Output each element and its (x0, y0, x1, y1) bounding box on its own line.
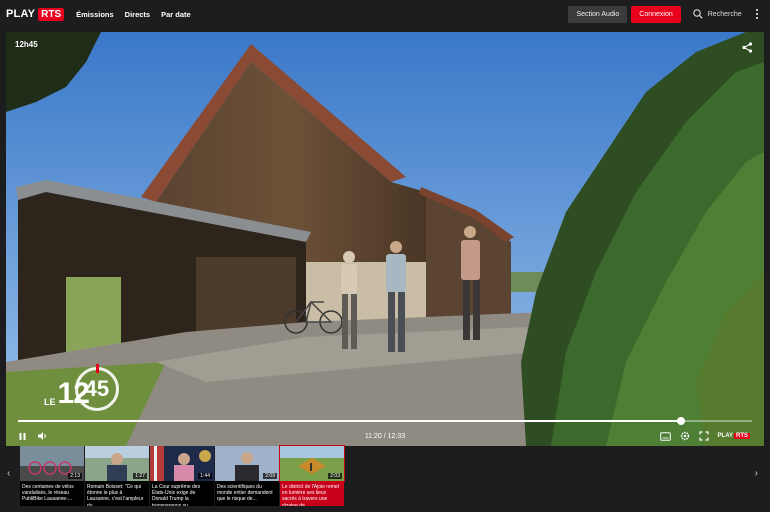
video-title: La Cour suprême des États-Unis exige de … (152, 484, 201, 506)
video-card[interactable]: 1:27 Romain Boisset: "Ce qui étonne le p… (85, 446, 149, 506)
subtitles-icon[interactable] (659, 431, 671, 441)
video-duration: 2:03 (328, 473, 342, 479)
main-nav: Émissions Directs Par date (76, 10, 202, 19)
show-name: 12h45 (15, 40, 38, 49)
login-button[interactable]: Connexion (631, 5, 681, 23)
show-logo-le: LE (44, 397, 56, 407)
video-title: Des scientifiques du monde entier demand… (217, 484, 273, 503)
progress-handle[interactable] (676, 417, 685, 425)
progress-fill (18, 420, 681, 422)
mini-logo-rts: RTS (734, 433, 750, 439)
nav-item-par-date[interactable]: Par date (161, 10, 191, 19)
logo-rts-text: RTS (38, 7, 65, 21)
video-duration: 1:27 (133, 473, 147, 479)
nav-item-emissions[interactable]: Émissions (76, 10, 114, 19)
logo-play-text: PLAY (6, 8, 36, 20)
video-thumbnail: 2:13 (20, 446, 84, 481)
video-thumbnail: 2:03 (279, 445, 345, 482)
mini-logo-play: PLAY (717, 433, 733, 439)
video-player[interactable]: 12h45 LE 12 45 11:20 / 12:33 PLAY RTS (6, 32, 764, 446)
nav-item-directs[interactable]: Directs (125, 10, 150, 19)
top-nav: PLAY RTS Émissions Directs Par date Sect… (0, 0, 770, 28)
audio-section-button[interactable]: Section Audio (568, 5, 628, 23)
volume-icon[interactable] (37, 431, 48, 441)
search-icon (692, 9, 703, 19)
video-duration: 2:13 (68, 473, 82, 479)
show-logo-ring-number: 45 (84, 376, 110, 401)
video-thumbnail: 2:09 (215, 446, 279, 481)
video-card[interactable]: 2:13 Des centaines de vélos vandalisés, … (20, 446, 84, 506)
play-rts-logo[interactable]: PLAY RTS (6, 7, 65, 21)
more-menu-icon[interactable] (755, 8, 758, 20)
video-card-active[interactable]: 2:03 Le district de l'Ajoie remet en lum… (279, 445, 345, 506)
video-title: Des centaines de vélos vandalisés, le ré… (22, 484, 74, 503)
video-title: Le district de l'Ajoie remet en lumière … (280, 481, 344, 506)
settings-gear-icon[interactable] (680, 431, 690, 441)
player-brand-logo: PLAY RTS (718, 433, 750, 439)
video-title: Romain Boisset: "Ce qui étonne le plus à… (87, 484, 144, 506)
video-duration: 2:09 (263, 473, 277, 479)
pause-icon[interactable] (18, 432, 27, 441)
right-nav: Section Audio Connexion Recherche (568, 5, 770, 23)
related-videos-carousel: ‹ 2:13 Des centaines de vélos vandalisés… (0, 445, 770, 512)
video-duration: 1:44 (198, 473, 212, 479)
video-frame (6, 32, 764, 446)
share-button[interactable] (742, 40, 753, 58)
player-controls: 11:20 / 12:33 PLAY RTS (6, 428, 764, 444)
video-card[interactable]: 1:44 La Cour suprême des États-Unis exig… (150, 446, 214, 506)
video-thumbnail: 1:44 (150, 446, 214, 481)
share-icon (742, 42, 753, 53)
fullscreen-icon[interactable] (698, 431, 709, 441)
show-logo-ring: 45 (74, 364, 119, 411)
progress-bar[interactable] (18, 417, 752, 425)
video-thumbnail: 1:27 (85, 446, 149, 481)
search-button[interactable]: Recherche (692, 9, 742, 19)
carousel-prev-icon[interactable]: ‹ (7, 468, 10, 479)
carousel-next-icon[interactable]: › (755, 468, 758, 479)
search-label: Recherche (707, 10, 742, 18)
show-logo-overlay: LE 12 45 (44, 364, 119, 411)
video-card[interactable]: 2:09 Des scientifiques du monde entier d… (215, 446, 279, 506)
